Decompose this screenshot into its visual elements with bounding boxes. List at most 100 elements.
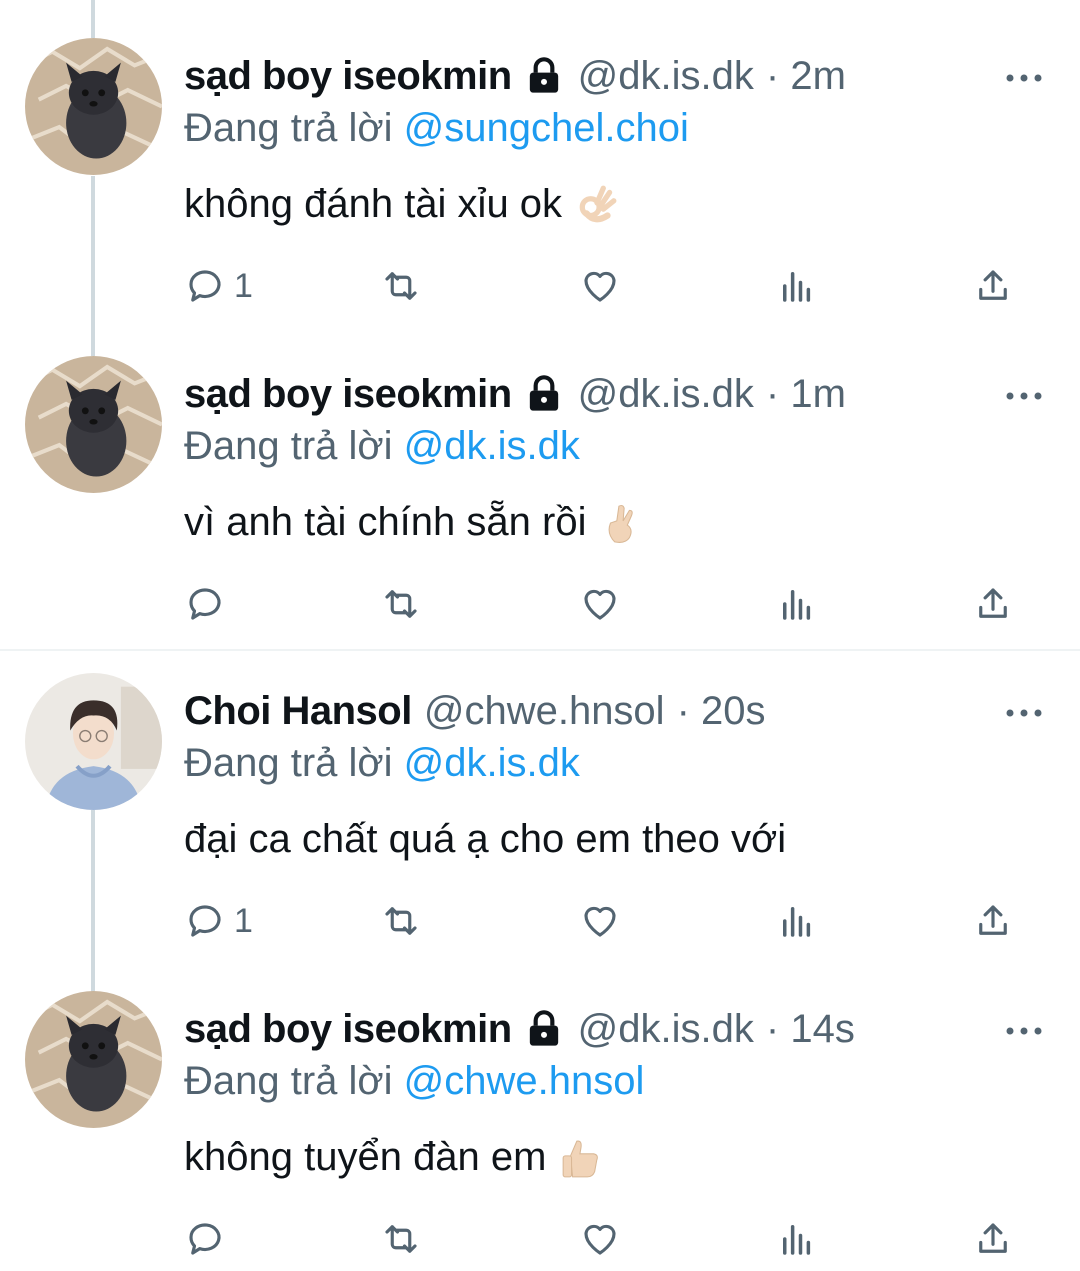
reply-button[interactable] [184, 1215, 234, 1263]
reply-mention[interactable]: @dk.is.dk [404, 741, 580, 785]
more-icon[interactable] [1004, 68, 1044, 88]
reply-mention[interactable]: @chwe.hnsol [404, 1059, 645, 1103]
more-icon[interactable] [1004, 1021, 1044, 1041]
avatar[interactable] [25, 38, 162, 175]
timestamp[interactable]: · 1m [766, 372, 846, 417]
action-bar [184, 580, 1044, 628]
reply-button[interactable]: 1 [184, 897, 253, 945]
display-name[interactable]: sạd boy iseokmin [184, 1007, 512, 1052]
tweet-header: sạd boy iseokmin @dk.is.dk · 1m [184, 366, 846, 422]
retweet-button[interactable] [380, 580, 422, 628]
tweet-text-content: vì anh tài chính sẵn rồi [184, 500, 587, 544]
replying-to: Đang trả lời @dk.is.dk [184, 424, 580, 469]
more-icon[interactable] [1004, 386, 1044, 406]
share-button[interactable] [972, 1215, 1014, 1263]
analytics-icon [783, 590, 811, 620]
tweet-header: sạd boy iseokmin @dk.is.dk · 2m [184, 48, 846, 104]
lock-icon [529, 1010, 558, 1046]
user-handle[interactable]: @chwe.hnsol [424, 689, 665, 734]
views-button[interactable] [776, 580, 818, 628]
tweet[interactable]: Choi Hansol @chwe.hnsol · 20s Đang trả l… [0, 673, 1080, 963]
retweet-button[interactable] [380, 262, 422, 310]
reply-count: 1 [234, 901, 253, 940]
analytics-icon [783, 1225, 811, 1255]
tweet[interactable]: sạd boy iseokmin @dk.is.dk · 2m Đang trả… [0, 38, 1080, 328]
dog-avatar-image [25, 991, 162, 1128]
tweet-text: đại ca chất quá ạ cho em theo với [184, 817, 786, 862]
tweet-header: Choi Hansol @chwe.hnsol · 20s [184, 683, 766, 739]
reply-icon [189, 270, 221, 302]
lock-icon [529, 57, 558, 93]
share-button[interactable] [972, 897, 1014, 945]
action-bar: 1 [184, 897, 1044, 945]
heart-icon [584, 906, 616, 937]
lock-icon [529, 375, 558, 411]
heart-icon [584, 589, 616, 620]
reply-button[interactable]: 1 [184, 262, 253, 310]
user-handle[interactable]: @dk.is.dk [578, 1007, 754, 1052]
reply-prefix: Đang trả lời [184, 1059, 393, 1103]
avatar[interactable] [25, 673, 162, 810]
tweet-text-content: không tuyển đàn em [184, 1135, 547, 1179]
heart-icon [584, 271, 616, 302]
tweet-text: không đánh tài xỉu ok [184, 182, 618, 227]
tweet-text: vì anh tài chính sẵn rồi [184, 500, 642, 545]
ok-hand-emoji [579, 185, 617, 222]
tweet-text: không tuyển đàn em [184, 1135, 602, 1180]
retweet-icon [385, 272, 417, 300]
timestamp[interactable]: · 14s [766, 1007, 855, 1052]
like-button[interactable] [579, 1215, 621, 1263]
replying-to: Đang trả lời @chwe.hnsol [184, 1059, 644, 1104]
conversation-divider [0, 649, 1080, 651]
reply-icon [189, 905, 221, 937]
thumbs-up-emoji [563, 1140, 599, 1177]
tweet-text-content: không đánh tài xỉu ok [184, 182, 563, 226]
views-button[interactable] [776, 262, 818, 310]
user-handle[interactable]: @dk.is.dk [578, 54, 754, 99]
crossed-fingers-emoji [609, 504, 634, 543]
retweet-icon [385, 907, 417, 935]
tweet[interactable]: sạd boy iseokmin @dk.is.dk · 14s Đang tr… [0, 991, 1080, 1271]
analytics-icon [783, 907, 811, 937]
analytics-icon [783, 272, 811, 302]
reply-icon [189, 1223, 221, 1255]
reply-mention[interactable]: @dk.is.dk [404, 424, 580, 468]
replying-to: Đang trả lời @dk.is.dk [184, 741, 580, 786]
heart-icon [584, 1224, 616, 1255]
retweet-icon [385, 1225, 417, 1253]
display-name[interactable]: Choi Hansol [184, 689, 412, 734]
retweet-button[interactable] [380, 1215, 422, 1263]
views-button[interactable] [776, 1215, 818, 1263]
views-button[interactable] [776, 897, 818, 945]
share-icon [979, 270, 1007, 300]
share-button[interactable] [972, 580, 1014, 628]
person-avatar-image [25, 673, 162, 810]
reply-icon [189, 588, 221, 620]
share-icon [979, 1223, 1007, 1253]
timestamp[interactable]: · 20s [677, 689, 766, 734]
share-icon [979, 588, 1007, 618]
retweet-button[interactable] [380, 897, 422, 945]
more-icon[interactable] [1004, 703, 1044, 723]
like-button[interactable] [579, 897, 621, 945]
retweet-icon [385, 590, 417, 618]
display-name[interactable]: sạd boy iseokmin [184, 54, 512, 99]
like-button[interactable] [579, 262, 621, 310]
tweet-text-content: đại ca chất quá ạ cho em theo với [184, 817, 787, 861]
reply-prefix: Đang trả lời [184, 106, 393, 150]
reply-button[interactable] [184, 580, 234, 628]
tweet[interactable]: sạd boy iseokmin @dk.is.dk · 1m Đang trả… [0, 356, 1080, 646]
replying-to: Đang trả lời @sungchel.choi [184, 106, 689, 151]
timestamp[interactable]: · 2m [766, 54, 846, 99]
thread-line [91, 0, 95, 38]
reply-mention[interactable]: @sungchel.choi [404, 106, 689, 150]
avatar[interactable] [25, 991, 162, 1128]
dog-avatar-image [25, 356, 162, 493]
display-name[interactable]: sạd boy iseokmin [184, 372, 512, 417]
avatar[interactable] [25, 356, 162, 493]
dog-avatar-image [25, 38, 162, 175]
like-button[interactable] [579, 580, 621, 628]
user-handle[interactable]: @dk.is.dk [578, 372, 754, 417]
action-bar: 1 [184, 262, 1044, 310]
share-button[interactable] [972, 262, 1014, 310]
